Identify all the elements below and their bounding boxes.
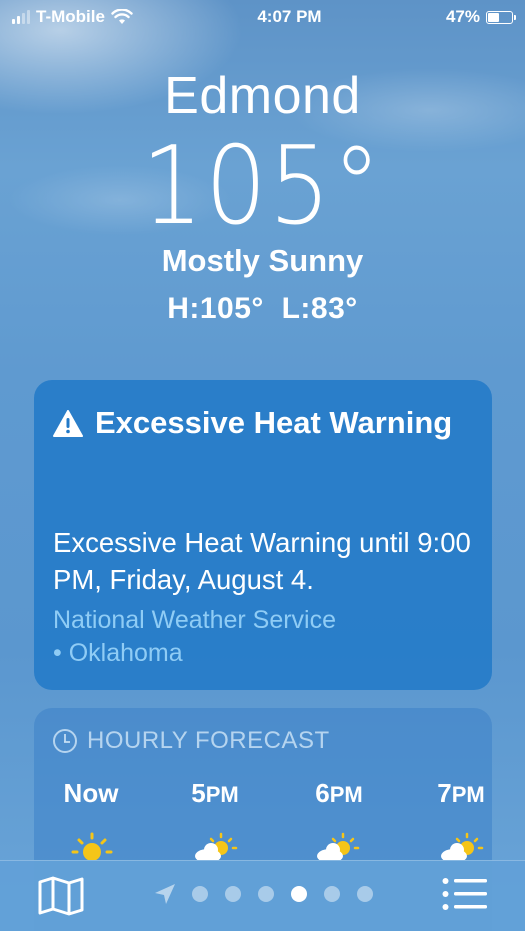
battery-icon xyxy=(485,10,516,24)
alert-description: Excessive Heat Warning until 9:00 PM, Fr… xyxy=(53,527,471,595)
hour-label-7pm: 7PM xyxy=(416,778,506,809)
hour-suffix: PM xyxy=(329,782,363,807)
partly-cloudy-icon xyxy=(317,832,360,860)
hour-suffix: PM xyxy=(451,782,485,807)
carrier-label: T-Mobile xyxy=(36,7,105,26)
map-icon[interactable] xyxy=(38,876,84,916)
current-temperature: 105° xyxy=(0,124,525,249)
temperature-value: 105° xyxy=(141,124,384,249)
status-right: 47% xyxy=(445,7,516,27)
wifi-icon xyxy=(111,9,133,24)
battery-fill xyxy=(487,12,499,22)
high-low-temps: H:105° L:83° xyxy=(167,292,358,325)
warning-icon xyxy=(53,409,83,437)
alert-source-region: • Oklahoma xyxy=(53,639,183,667)
weather-condition: Mostly Sunny xyxy=(161,243,364,278)
page-dot[interactable] xyxy=(357,886,373,902)
hour-label-5pm: 5PM xyxy=(170,778,260,809)
hour-label-now: Now xyxy=(46,778,136,809)
page-dot[interactable] xyxy=(291,886,307,902)
clock-icon xyxy=(53,729,77,753)
alert-source[interactable]: National Weather Service • Oklahoma xyxy=(53,604,473,670)
alert-source-agency: National Weather Service xyxy=(53,606,337,634)
hourly-header-label: HOURLY FORECAST xyxy=(87,727,330,754)
partly-cloudy-icon xyxy=(195,832,238,860)
alert-title: Excessive Heat Warning xyxy=(95,405,453,440)
alert-title-row: Excessive Heat Warning xyxy=(53,405,452,441)
battery-percent: 47% xyxy=(445,7,480,26)
status-time: 4:07 PM xyxy=(257,7,322,26)
signal-icon xyxy=(12,10,30,24)
hour-label-6pm: 6PM xyxy=(294,778,384,809)
city-name: Edmond xyxy=(164,67,361,125)
location-arrow-icon[interactable] xyxy=(154,883,176,905)
partly-cloudy-icon xyxy=(441,832,484,860)
page-dot[interactable] xyxy=(225,886,241,902)
page-dot[interactable] xyxy=(192,886,208,902)
hour-suffix: PM xyxy=(205,782,239,807)
hour-number: 5 xyxy=(191,778,206,808)
hour-number: 7 xyxy=(437,778,452,808)
status-left: T-Mobile xyxy=(12,7,133,27)
hourly-header: HOURLY FORECAST xyxy=(53,727,330,755)
hour-number: 6 xyxy=(315,778,330,808)
hour-label: Now xyxy=(63,778,119,808)
sun-icon xyxy=(71,832,113,860)
status-bar: T-Mobile 4:07 PM 47% xyxy=(0,0,525,34)
page-dot[interactable] xyxy=(324,886,340,902)
page-indicator[interactable] xyxy=(192,886,373,902)
page-dot[interactable] xyxy=(258,886,274,902)
list-icon[interactable] xyxy=(442,877,488,911)
